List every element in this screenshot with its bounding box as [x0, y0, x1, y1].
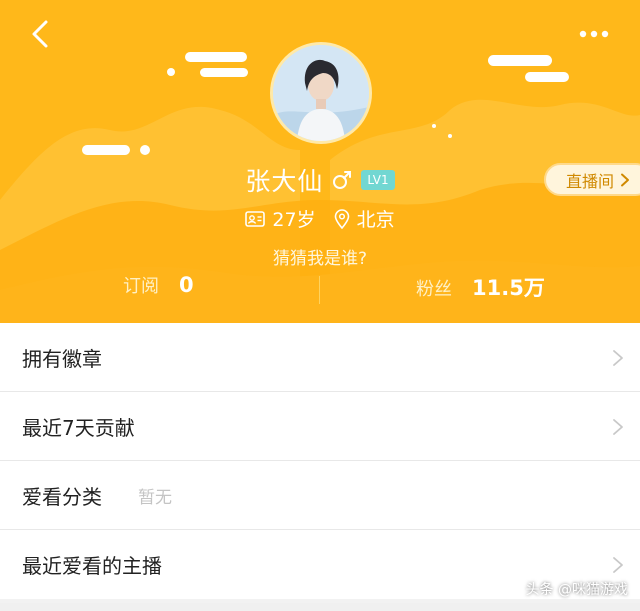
live-room-label: 直播间: [565, 171, 614, 191]
location-info: 北京: [334, 205, 395, 232]
avatar[interactable]: [270, 42, 372, 144]
chevron-right-icon: [613, 419, 623, 435]
stats-bar: 订阅 0 粉丝 11.5万: [0, 272, 640, 308]
menu-item-label: 拥有徽章: [22, 346, 102, 371]
bio-text: 猜猜我是谁?: [272, 249, 368, 269]
menu-item-contribution[interactable]: 最近7天贡献: [0, 392, 640, 461]
menu-item-badges[interactable]: 拥有徽章: [0, 323, 640, 392]
age-info: 27岁: [245, 205, 316, 232]
menu-item-value: 暂无: [138, 487, 172, 508]
fans-label: 粉丝: [416, 279, 452, 300]
more-button[interactable]: [576, 20, 616, 48]
user-name: 张大仙: [245, 167, 324, 196]
more-dots-icon: [579, 30, 609, 38]
fans-stat[interactable]: 粉丝 11.5万: [416, 272, 545, 302]
chevron-left-icon: [32, 20, 48, 48]
chevron-right-icon: [621, 173, 629, 186]
bottom-strip: [0, 603, 640, 611]
menu-item-label: 最近7天贡献: [22, 415, 135, 440]
subscribe-value: 0: [179, 273, 194, 297]
profile-header: 张大仙 LV1 27岁 北京 猜猜我是谁? 订阅 0 粉丝 11.5万 直播间: [0, 0, 640, 323]
level-badge: LV1: [361, 170, 395, 190]
menu-item-label: 爱看分类: [22, 484, 102, 509]
back-button[interactable]: [22, 14, 62, 54]
stats-divider: [319, 276, 320, 304]
subscribe-stat[interactable]: 订阅 0: [123, 272, 194, 298]
location-pin-icon: [334, 208, 349, 229]
profile-menu: 拥有徽章 最近7天贡献 爱看分类 暂无 最近爱看的主播: [0, 323, 640, 599]
id-card-icon: [245, 210, 266, 227]
age-text: 27岁: [272, 209, 316, 231]
chevron-right-icon: [613, 350, 623, 366]
info-row: 27岁 北京: [0, 205, 640, 232]
location-text: 北京: [356, 209, 395, 231]
avatar-image: [273, 45, 369, 141]
subscribe-label: 订阅: [123, 276, 159, 297]
chevron-right-icon: [613, 557, 623, 573]
fans-value: 11.5万: [472, 276, 545, 300]
live-room-button[interactable]: 直播间: [543, 163, 640, 196]
male-icon: [333, 171, 352, 189]
watermark: 头条 @咪猫游戏: [525, 582, 628, 598]
menu-item-favorite-category[interactable]: 爱看分类 暂无: [0, 461, 640, 530]
menu-item-label: 最近爱看的主播: [22, 554, 162, 578]
